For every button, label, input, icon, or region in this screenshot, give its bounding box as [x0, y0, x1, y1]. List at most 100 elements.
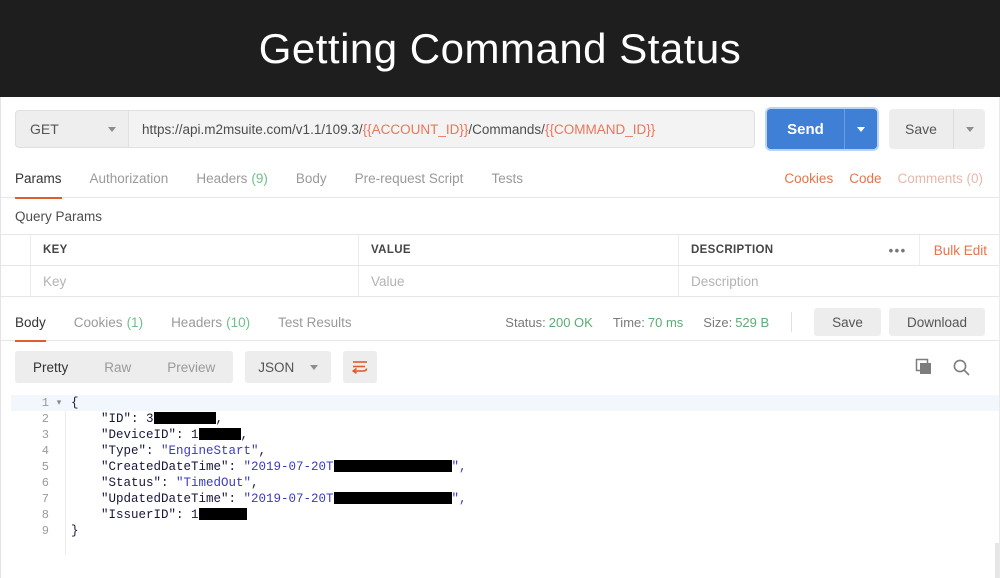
code-line: 9} — [11, 523, 999, 539]
line-number: 5 — [41, 460, 49, 474]
code-token: "2019-07-20T — [243, 460, 334, 474]
column-header-key: KEY — [31, 235, 359, 265]
save-button-group[interactable]: Save — [889, 109, 985, 149]
size-label: Size: — [703, 314, 733, 330]
page-title: Getting Command Status — [258, 24, 742, 72]
response-format-select[interactable]: JSON — [245, 351, 332, 383]
code-token: "DeviceID": 1 — [71, 428, 199, 442]
url-middle: /Commands/ — [468, 121, 545, 137]
copy-icon[interactable] — [915, 358, 934, 377]
code-token: "EngineStart" — [161, 444, 259, 458]
bulk-edit-button[interactable]: Bulk Edit — [918, 234, 989, 266]
code-token: , — [215, 412, 224, 426]
code-line: 1 ▾ { — [11, 395, 999, 411]
line-number: 8 — [41, 508, 49, 522]
code-token: "Status": — [71, 476, 177, 490]
code-token: , — [240, 428, 249, 442]
code-line: 2 "ID": 3, — [11, 411, 999, 427]
response-save-button[interactable]: Save — [814, 308, 881, 336]
line-number: 6 — [41, 476, 49, 490]
response-tab-test-results[interactable]: Test Results — [264, 303, 366, 341]
code-token: , — [251, 476, 259, 490]
more-options-icon[interactable]: ••• — [883, 243, 919, 258]
response-format-label: JSON — [258, 359, 295, 375]
send-options-button[interactable] — [844, 109, 877, 149]
url-input[interactable]: https://api.m2msuite.com/v1.1/109.3/{{AC… — [128, 110, 755, 148]
response-tab-headers[interactable]: Headers (10) — [157, 303, 264, 341]
redaction-bar — [198, 428, 241, 440]
search-icon[interactable] — [952, 358, 971, 377]
tab-label: Pre-request Script — [354, 171, 464, 186]
http-method-label: GET — [30, 121, 59, 137]
param-description-input[interactable]: Description — [679, 266, 999, 296]
fold-toggle-icon[interactable]: ▾ — [53, 395, 65, 411]
tab-label: Headers — [196, 171, 248, 186]
redaction-bar — [153, 412, 216, 424]
comments-link[interactable]: Comments (0) — [897, 171, 983, 186]
save-button[interactable]: Save — [889, 109, 953, 149]
code-text: "IssuerID": 1 — [65, 507, 247, 523]
save-options-button[interactable] — [953, 109, 985, 149]
code-token: { — [71, 396, 79, 410]
view-mode-switch: Pretty Raw Preview — [15, 351, 234, 383]
tab-pre-request-script[interactable]: Pre-request Script — [341, 160, 478, 198]
view-mode-preview[interactable]: Preview — [149, 351, 233, 383]
code-line: 8 "IssuerID": 1 — [11, 507, 999, 523]
column-header-description-text: DESCRIPTION — [691, 244, 774, 256]
tab-label: Body — [15, 314, 46, 330]
http-method-select[interactable]: GET — [15, 110, 128, 148]
redaction-bar — [333, 460, 452, 472]
tab-count: (1) — [126, 314, 144, 330]
response-tab-cookies[interactable]: Cookies (1) — [60, 303, 157, 341]
response-body-code[interactable]: 1 ▾{2 "ID": 3,3 "DeviceID": 1,4 "Type": "… — [11, 395, 999, 555]
url-prefix: https://api.m2msuite.com/v1.1/109.3/ — [142, 121, 363, 137]
code-token: "ID": 3 — [71, 412, 154, 426]
tab-authorization[interactable]: Authorization — [76, 160, 183, 198]
chevron-down-icon — [857, 126, 865, 132]
code-token: "Type": — [71, 444, 162, 458]
tab-body[interactable]: Body — [282, 160, 341, 198]
view-mode-pretty[interactable]: Pretty — [15, 351, 86, 383]
size-badge: Size: 529 B — [703, 315, 769, 330]
send-button[interactable]: Send — [767, 109, 844, 149]
param-key-input[interactable]: Key — [31, 266, 359, 296]
query-params-table: KEY VALUE DESCRIPTION ••• Bulk Edit Key … — [1, 234, 999, 297]
code-text: "Status": "TimedOut", — [65, 475, 259, 491]
url-variable-account-id: {{ACCOUNT_ID}} — [362, 121, 469, 137]
response-tab-body[interactable]: Body — [15, 303, 60, 342]
line-number: 2 — [41, 412, 49, 426]
code-text: { — [65, 395, 79, 411]
code-token: "IssuerID": 1 — [71, 508, 199, 522]
code-lines: 1 ▾{2 "ID": 3,3 "DeviceID": 1,4 "Type": "… — [11, 395, 999, 539]
response-download-button[interactable]: Download — [888, 308, 985, 336]
request-tabs: Params Authorization Headers (9) Body Pr… — [1, 160, 999, 199]
cookies-link[interactable]: Cookies — [784, 171, 833, 186]
word-wrap-toggle[interactable] — [343, 351, 378, 383]
row-checkbox-gutter[interactable] — [1, 266, 31, 296]
row-checkbox-gutter — [1, 235, 31, 265]
send-button-group[interactable]: Send — [767, 109, 877, 149]
tab-headers[interactable]: Headers (9) — [182, 160, 282, 198]
time-label: Time: — [612, 314, 645, 330]
code-line: 3 "DeviceID": 1, — [11, 427, 999, 443]
scrollbar[interactable] — [995, 543, 999, 578]
response-meta: Status: 200 OK Time: 70 ms Size: 529 B Save… — [485, 308, 985, 336]
code-token: "CreatedDateTime": — [71, 460, 244, 474]
param-value-input[interactable]: Value — [359, 266, 679, 296]
code-text: "ID": 3, — [65, 411, 223, 427]
tab-count: (9) — [251, 171, 268, 186]
chevron-down-icon — [965, 126, 974, 132]
tab-label: Tests — [491, 171, 523, 186]
tab-label: Params — [15, 171, 62, 186]
url-variable-command-id: {{COMMAND_ID}} — [544, 121, 656, 137]
code-line: 6 "Status": "TimedOut", — [11, 475, 999, 491]
tab-tests[interactable]: Tests — [477, 160, 537, 198]
code-link[interactable]: Code — [849, 171, 881, 186]
table-actions: ••• Bulk Edit — [883, 234, 999, 266]
view-mode-raw[interactable]: Raw — [86, 351, 149, 383]
response-toolbar-right — [915, 358, 985, 377]
tab-count: (10) — [226, 314, 251, 330]
chevron-down-icon — [310, 364, 319, 370]
tab-params[interactable]: Params — [15, 160, 76, 199]
postman-app: GET https://api.m2msuite.com/v1.1/109.3/… — [0, 97, 1000, 578]
